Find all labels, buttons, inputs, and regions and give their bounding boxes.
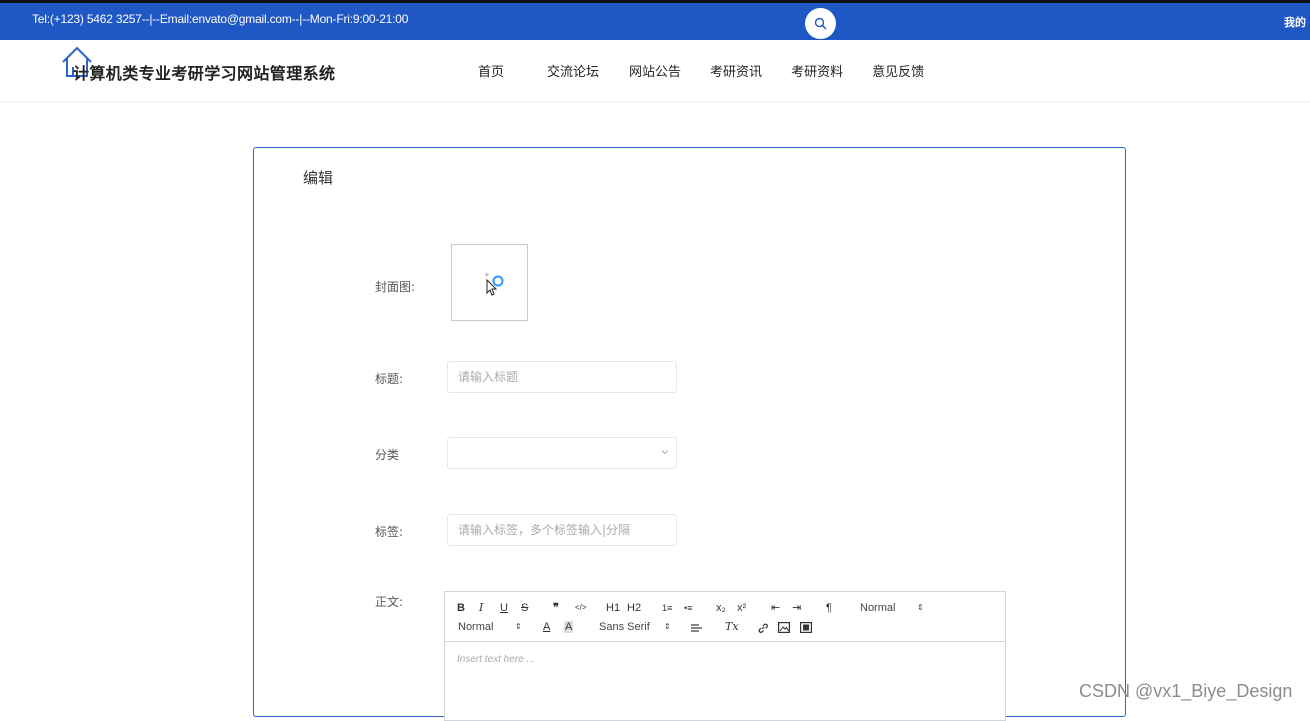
title-label: 标题:	[375, 372, 404, 386]
body-label: 正文:	[375, 595, 404, 609]
size-picker[interactable]: Normal ⇕	[458, 621, 528, 633]
site-header: 计算机类专业考研学习网站管理系统 首页 交流论坛 网站公告 考研资讯 考研资料 …	[0, 40, 1310, 102]
nav-exam-news[interactable]: 考研资讯	[710, 61, 762, 80]
form-title: 编辑	[303, 169, 334, 187]
tags-input[interactable]	[447, 514, 677, 546]
my-account-link[interactable]: 我的	[1284, 14, 1306, 30]
link-icon[interactable]	[757, 622, 769, 634]
chevron-down-icon	[661, 450, 669, 455]
site-title[interactable]: 计算机类专业考研学习网站管理系统	[73, 60, 335, 84]
main-nav: 首页 交流论坛 网站公告 考研资讯 考研资料 意见反馈	[465, 61, 924, 80]
updown-icon: ⇕	[515, 622, 522, 631]
category-label: 分类	[375, 448, 400, 462]
nav-announcements[interactable]: 网站公告	[629, 61, 681, 80]
rich-text-editor: B I U S ❞ </> H1 H2 1≡ •≡ x₂ x² ⇤ ⇥ ¶ No…	[444, 591, 1006, 721]
upload-icon: +	[484, 271, 504, 296]
cover-label: 封面图:	[375, 280, 416, 294]
outdent-button[interactable]: ⇤	[771, 602, 780, 614]
nav-home[interactable]: 首页	[478, 61, 504, 80]
indent-button[interactable]: ⇥	[792, 602, 801, 614]
strike-button[interactable]: S	[521, 602, 528, 614]
italic-button[interactable]: I	[479, 602, 483, 614]
header-size-picker[interactable]: Normal ⇕	[860, 602, 930, 614]
cover-image-uploader[interactable]: +	[451, 244, 528, 321]
search-icon	[814, 17, 827, 30]
nav-feedback[interactable]: 意见反馈	[872, 61, 924, 80]
code-block-button[interactable]: </>	[575, 602, 587, 614]
font-value: Sans Serif	[599, 621, 650, 633]
header-size-value: Normal	[860, 602, 896, 614]
title-input[interactable]	[447, 361, 677, 393]
nav-exam-materials[interactable]: 考研资料	[791, 61, 843, 80]
text-direction-button[interactable]: ¶	[826, 602, 832, 614]
background-color-button[interactable]: A	[564, 621, 574, 633]
blockquote-button[interactable]: ❞	[553, 602, 559, 614]
search-button[interactable]	[805, 8, 836, 39]
contact-info: Tel:(+123) 5462 3257--|--Email:envato@gm…	[32, 12, 409, 26]
category-select[interactable]	[447, 437, 677, 469]
bold-button[interactable]: B	[457, 602, 465, 614]
underline-button[interactable]: U	[500, 602, 508, 614]
top-bar: Tel:(+123) 5462 3257--|--Email:envato@gm…	[0, 0, 1310, 40]
editor-content[interactable]: Insert text here ...	[457, 654, 535, 665]
subscript-button[interactable]: x₂	[716, 602, 726, 614]
ordered-list-button[interactable]: 1≡	[662, 602, 672, 614]
superscript-button[interactable]: x²	[737, 602, 746, 614]
bullet-list-button[interactable]: •≡	[684, 602, 692, 614]
header2-button[interactable]: H2	[627, 602, 641, 614]
clear-format-button[interactable]: Tx	[725, 621, 739, 633]
watermark: CSDN @vx1_Biye_Design	[1079, 681, 1293, 701]
updown-icon: ⇕	[917, 603, 924, 612]
size-value: Normal	[458, 621, 494, 633]
editor-toolbar: B I U S ❞ </> H1 H2 1≡ •≡ x₂ x² ⇤ ⇥ ¶ No…	[445, 592, 1005, 642]
svg-text:+: +	[484, 271, 490, 279]
edit-form-card: 编辑 封面图: + 标题: 分类 标签: 正文: B I U S ❞ </> H…	[253, 147, 1126, 721]
nav-forum[interactable]: 交流论坛	[547, 61, 599, 80]
updown-icon: ⇕	[664, 622, 671, 631]
tags-label: 标签:	[375, 525, 404, 539]
image-icon[interactable]	[778, 622, 790, 633]
font-picker[interactable]: Sans Serif ⇕	[599, 621, 674, 633]
video-icon[interactable]	[800, 622, 812, 633]
header1-button[interactable]: H1	[606, 602, 620, 614]
align-icon[interactable]	[691, 623, 703, 633]
text-color-button[interactable]: A	[543, 621, 550, 633]
